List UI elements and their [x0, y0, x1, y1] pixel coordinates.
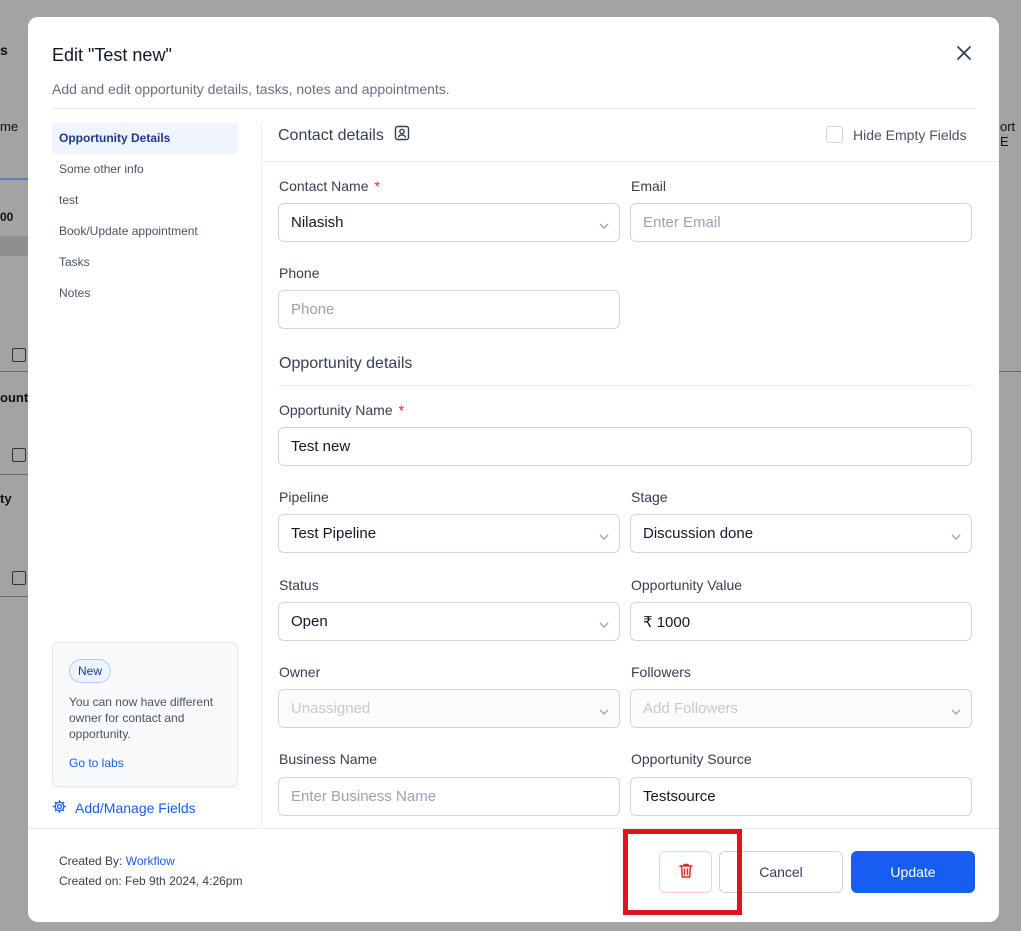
contact-divider — [262, 161, 999, 162]
contact-details-heading: Contact details — [278, 125, 410, 146]
status-select[interactable]: Open — [278, 602, 620, 641]
created-by: Created By: Workflow — [59, 854, 175, 868]
contact-details-title: Contact details — [278, 126, 384, 144]
followers-label: Followers — [631, 664, 691, 680]
created-by-link[interactable]: Workflow — [126, 854, 175, 868]
followers-select[interactable]: Add Followers — [630, 689, 972, 728]
calendar-icon — [12, 348, 26, 362]
hide-empty-fields-toggle[interactable]: Hide Empty Fields — [826, 126, 967, 143]
phone-label: Phone — [279, 265, 320, 281]
stage-select[interactable]: Discussion done — [630, 514, 972, 553]
bg-fragment: ty — [0, 491, 12, 506]
owner-select[interactable]: Unassigned — [278, 689, 620, 728]
sidebar-item-opportunity-details[interactable]: Opportunity Details — [52, 123, 238, 154]
go-to-labs-link[interactable]: Go to labs — [69, 756, 124, 770]
owner-label: Owner — [279, 664, 321, 680]
edit-opportunity-modal: Edit "Test new" Add and edit opportunity… — [28, 17, 999, 922]
hide-empty-fields-label: Hide Empty Fields — [853, 126, 967, 143]
bg-divider — [0, 371, 30, 372]
sidebar-item-test[interactable]: test — [52, 185, 238, 216]
opportunity-source-label: Opportunity Source — [631, 751, 752, 767]
calendar-icon — [12, 448, 26, 462]
opportunity-value-label: Opportunity Value — [631, 577, 743, 593]
cancel-button[interactable]: Cancel — [719, 851, 843, 893]
contact-name-select[interactable]: Nilasish — [278, 203, 620, 242]
opportunity-divider — [279, 385, 973, 386]
calendar-icon — [12, 571, 26, 585]
add-manage-fields-label: Add/Manage Fields — [75, 800, 196, 816]
labs-card: New You can now have different owner for… — [52, 642, 238, 787]
contact-card-icon — [394, 125, 410, 146]
business-name-label: Business Name — [279, 751, 378, 767]
contact-name-label: Contact Name * — [279, 178, 380, 194]
header-divider — [52, 108, 975, 109]
delete-button[interactable] — [659, 851, 712, 893]
modal-subtitle: Add and edit opportunity details, tasks,… — [52, 81, 450, 97]
created-on: Created on: Feb 9th 2024, 4:26pm — [59, 874, 243, 888]
pipeline-select[interactable]: Test Pipeline — [278, 514, 620, 553]
status-label: Status — [279, 577, 319, 593]
email-field[interactable]: Enter Email — [630, 203, 972, 242]
chevron-down-icon — [599, 704, 609, 715]
bg-divider — [0, 474, 30, 475]
opportunity-name-label: Opportunity Name * — [279, 402, 405, 418]
email-label: Email — [631, 178, 667, 194]
opportunity-details-title: Opportunity details — [279, 355, 413, 372]
chevron-down-icon — [599, 529, 609, 540]
bg-fragment: ount — [0, 390, 29, 405]
trash-icon — [678, 862, 694, 882]
opportunity-source-field[interactable]: Testsource — [630, 777, 972, 816]
stage-label: Stage — [631, 489, 668, 505]
bg-fragment: 00 — [0, 210, 14, 224]
business-name-field[interactable]: Enter Business Name — [278, 777, 620, 816]
footer-divider — [28, 828, 999, 829]
update-button[interactable]: Update — [851, 851, 975, 893]
chevron-down-icon — [951, 529, 961, 540]
modal-title: Edit "Test new" — [52, 45, 172, 65]
bg-fragment: me — [0, 119, 19, 134]
close-icon[interactable] — [952, 41, 976, 65]
phone-field[interactable]: Phone — [278, 290, 620, 329]
bg-fragment: ort E — [1000, 119, 1016, 149]
labs-text: You can now have different owner for con… — [69, 695, 214, 741]
chevron-down-icon — [951, 704, 961, 715]
sidebar-item-notes[interactable]: Notes — [52, 278, 238, 309]
chevron-down-icon — [599, 617, 609, 628]
sidebar-item-some-other-info[interactable]: Some other info — [52, 154, 238, 185]
bg-divider — [0, 596, 30, 597]
add-manage-fields-button[interactable]: Add/Manage Fields — [52, 799, 196, 817]
hide-empty-fields-checkbox[interactable] — [826, 126, 843, 143]
opportunity-value-field[interactable]: ₹ 1000 — [630, 602, 972, 641]
bg-divider — [0, 178, 30, 180]
bg-band — [0, 236, 30, 256]
bg-divider — [999, 371, 1021, 372]
sidebar-item-book-appointment[interactable]: Book/Update appointment — [52, 216, 238, 247]
opportunity-name-field[interactable]: Test new — [278, 427, 972, 466]
chevron-down-icon — [599, 218, 609, 229]
new-badge: New — [69, 659, 112, 683]
sidebar-item-tasks[interactable]: Tasks — [52, 247, 238, 278]
pipeline-label: Pipeline — [279, 489, 329, 505]
sidebar-divider — [261, 123, 262, 828]
bg-fragment: s — [0, 42, 8, 58]
gear-icon — [52, 799, 67, 817]
